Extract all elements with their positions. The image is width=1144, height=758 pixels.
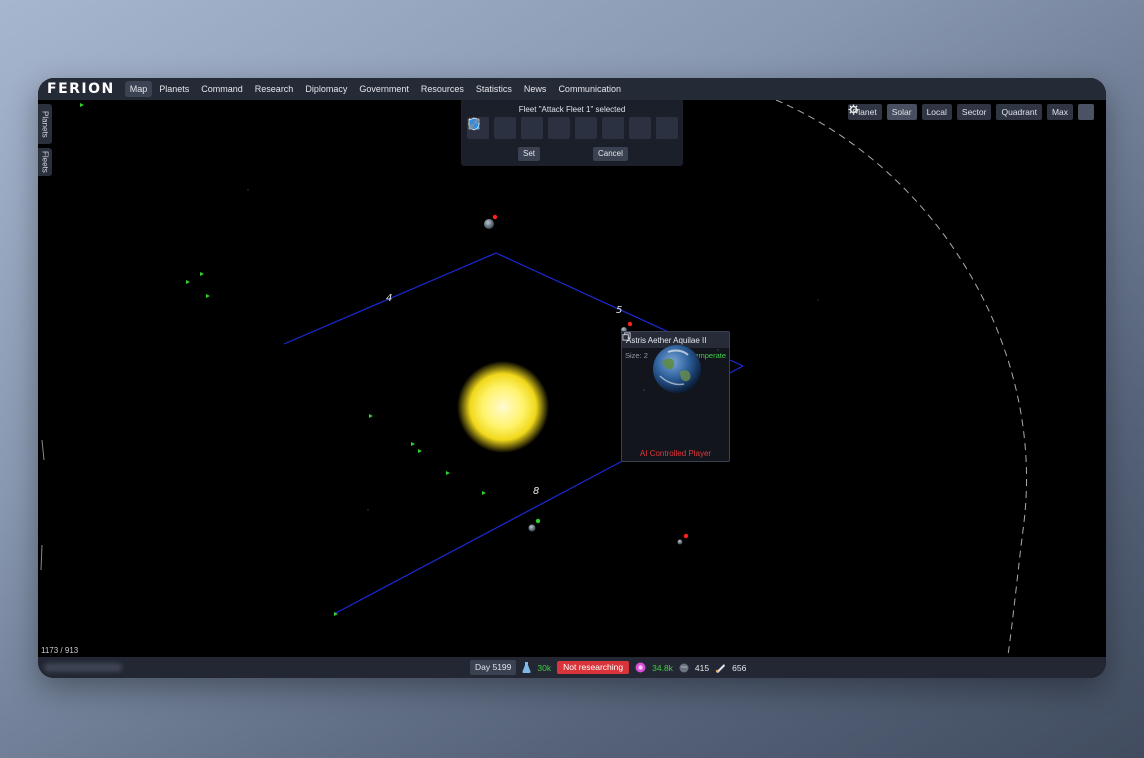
fleet-marker — [418, 449, 422, 453]
owner-dot-red — [683, 533, 689, 539]
nav-government[interactable]: Government — [354, 81, 414, 97]
fleet-marker — [206, 294, 210, 298]
side-tab-planets[interactable]: Planets — [38, 104, 52, 144]
galaxy-map[interactable]: 4 5 8 Planets Fleets Fleet "Attack Fleet… — [38, 100, 1106, 657]
zoom-local-button[interactable]: Local — [921, 104, 952, 120]
planet-count: 415 — [694, 662, 710, 673]
ferion-logo: FERION — [47, 81, 115, 97]
nav-planets[interactable]: Planets — [154, 81, 194, 97]
planet-owner: AI Controlled Player — [639, 449, 712, 458]
game-window: FERION Map Planets Command Research Dipl… — [38, 78, 1106, 678]
join-fleet-icon[interactable] — [468, 117, 570, 139]
zoom-level-bar: Planet Solar Local Sector Quadrant Max — [847, 104, 1094, 120]
defend-shield-icon[interactable] — [468, 117, 651, 139]
player-name-blurred — [44, 663, 122, 672]
fleet-marker — [446, 471, 450, 475]
zoom-max-button[interactable]: Max — [1046, 104, 1073, 120]
nav-news[interactable]: News — [519, 81, 552, 97]
nav-command[interactable]: Command — [196, 81, 248, 97]
status-resources: Day 5199 30k Not researching 34.8k 415 6… — [470, 660, 746, 675]
status-bar: Day 5199 30k Not researching 34.8k 415 6… — [38, 657, 1106, 678]
ship-count: 656 — [732, 662, 747, 673]
planet-image — [629, 345, 719, 393]
nav-resources[interactable]: Resources — [416, 81, 469, 97]
settings-gear-icon[interactable] — [848, 104, 1094, 120]
link-icon[interactable] — [468, 117, 678, 139]
planet-count-icon — [679, 663, 689, 673]
map-canvas[interactable]: 4 5 8 — [38, 100, 1106, 657]
fleet-marker — [411, 442, 415, 446]
side-tab-fleets[interactable]: Fleets — [38, 148, 52, 176]
set-button[interactable]: Set — [518, 147, 541, 161]
route-label-4: 4 — [386, 293, 392, 304]
route-label-5: 5 — [616, 305, 622, 316]
main-nav: Map Planets Command Research Diplomacy G… — [124, 81, 626, 97]
fleet-marker — [80, 103, 84, 107]
zoom-sector-button[interactable]: Sector — [956, 104, 992, 120]
sector-boundary-left — [40, 439, 45, 571]
nav-communication[interactable]: Communication — [553, 81, 626, 97]
owner-dot-red — [627, 321, 633, 327]
cursor-coordinates: 1173 / 913 — [41, 646, 79, 655]
planet-node[interactable] — [484, 214, 498, 229]
planet-tooltip: Astris Aether Aquilae II Size: 2 Tempera… — [621, 331, 730, 462]
zoom-solar-button[interactable]: Solar — [886, 104, 917, 120]
credits-icon — [635, 662, 646, 673]
sun[interactable] — [457, 361, 549, 453]
fleet-command-panel: Fleet "Attack Fleet 1" selected Set Canc… — [461, 100, 683, 166]
day-counter: Day 5199 — [470, 660, 517, 675]
sector-boundary-arc — [775, 100, 1027, 656]
fleet-markers[interactable] — [80, 103, 486, 616]
fleet-marker — [369, 414, 373, 418]
owner-dot-red — [492, 214, 498, 220]
nav-statistics[interactable]: Statistics — [471, 81, 517, 97]
nav-map[interactable]: Map — [124, 81, 153, 97]
owner-dot-green — [535, 518, 541, 524]
explore-icon[interactable] — [468, 117, 624, 139]
planet-node[interactable] — [677, 533, 689, 545]
research-points: 30k — [537, 662, 552, 673]
route-label-8: 8 — [533, 486, 539, 497]
attack-icon[interactable] — [468, 117, 516, 139]
research-flask-icon — [522, 662, 531, 673]
fleet-selected-title: Fleet "Attack Fleet 1" selected — [518, 105, 626, 114]
nav-research[interactable]: Research — [250, 81, 299, 97]
background-stars — [247, 189, 819, 511]
top-nav-bar: FERION Map Planets Command Research Dipl… — [38, 78, 1106, 100]
credits-value: 34.8k — [652, 662, 673, 673]
cancel-button[interactable]: Cancel — [593, 147, 628, 161]
split-fleet-icon[interactable] — [468, 117, 597, 139]
planet-node[interactable] — [528, 518, 541, 532]
fleet-marker — [200, 272, 204, 276]
fleet-marker — [186, 280, 190, 284]
ship-count-icon — [715, 663, 726, 673]
nav-diplomacy[interactable]: Diplomacy — [300, 81, 352, 97]
fleet-marker — [482, 491, 486, 495]
fleet-command-icons — [467, 117, 678, 139]
research-status-badge[interactable]: Not researching — [557, 661, 630, 674]
colonize-icon[interactable] — [468, 117, 543, 139]
zoom-quadrant-button[interactable]: Quadrant — [996, 104, 1042, 120]
